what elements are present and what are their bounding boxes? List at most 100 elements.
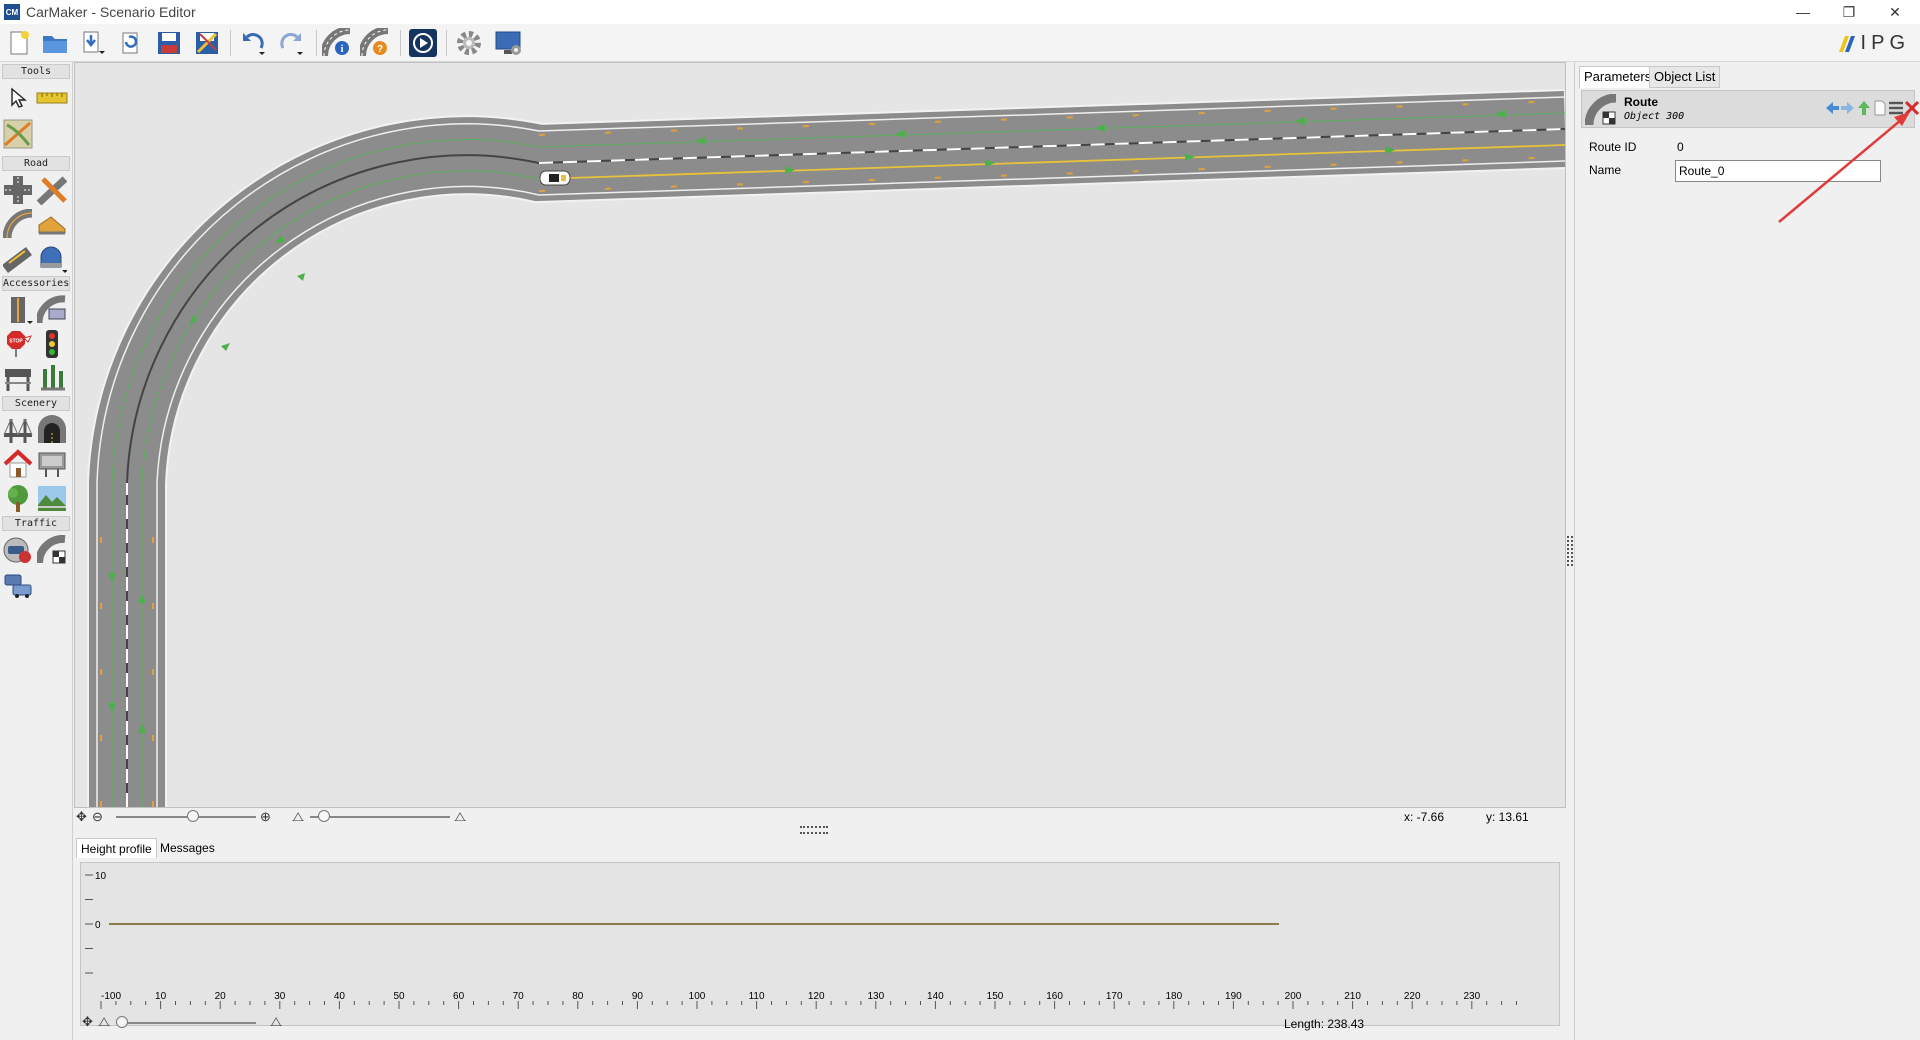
vertical-splitter-handle[interactable] [1567,536,1573,566]
x-tick-label: 200 [1285,991,1302,1002]
zoom-slider[interactable] [116,816,256,818]
minimize-button[interactable]: — [1780,0,1826,24]
road-bridge-vehicle-icon[interactable] [36,294,68,326]
palette-section-scenery: Scenery [2,396,70,411]
x-tick-label: -100 [101,991,121,1002]
zoom-slider-handle[interactable] [187,810,199,822]
road-marking-icon[interactable] [2,242,34,274]
ipg-logo-text: IPG [1860,32,1910,54]
ipg-logo: IPG [1835,32,1910,55]
save-icon[interactable] [154,28,184,58]
profile-scale-high-icon[interactable]: ⧍ [270,1014,282,1030]
y-tick-label: 10 [95,871,107,882]
ipg-logo-mark-icon [1838,35,1855,52]
reload-icon[interactable] [116,28,146,58]
svg-text:i: i [341,44,344,55]
height-scale-slider[interactable] [310,816,450,818]
profile-pan-icon[interactable]: ✥ [82,1014,93,1030]
road-segment[interactable] [89,91,1567,807]
traffic-route-icon[interactable] [36,534,68,566]
x-tick-label: 180 [1165,991,1182,1002]
road-link-icon[interactable] [36,174,68,206]
bridge-icon[interactable] [2,414,34,446]
height-scale-slider-handle[interactable] [318,810,330,822]
select-arrow-icon[interactable] [2,82,34,114]
x-tick-label: 210 [1344,991,1361,1002]
billboard-icon[interactable] [36,448,68,480]
vehicle-group-icon[interactable] [2,568,34,600]
x-tick-label: 160 [1046,991,1063,1002]
restore-button[interactable]: ❐ [1826,0,1872,24]
height-scale-low-icon[interactable]: ⧍ [292,809,304,825]
scenario-canvas[interactable] [74,62,1567,808]
annotation-arrow [1778,112,1910,223]
zoom-out-icon[interactable]: ⊖ [92,809,103,825]
zoom-in-icon[interactable]: ⊕ [260,809,271,825]
x-tick-label: 30 [274,991,286,1002]
traffic-light-icon[interactable] [36,328,68,360]
pan-move-icon[interactable]: ✥ [76,809,87,825]
measure-ruler-icon[interactable] [36,82,68,114]
svg-text:?: ? [377,44,383,55]
road-junction-icon[interactable] [2,174,34,206]
landscape-icon[interactable] [36,482,68,514]
ego-vehicle[interactable] [539,170,571,186]
window-title: CarMaker - Scenario Editor [26,4,196,20]
road-tunnel-icon[interactable] [36,242,68,274]
x-tick-label: 230 [1463,991,1480,1002]
close-window-button[interactable]: ✕ [1872,0,1918,24]
road-curve-icon[interactable] [2,208,34,240]
bottom-panel: Height profile Messages 10 0 -100 10 20 30 40… [74,834,1566,1040]
route-length: Length: 238.43 [1284,1017,1365,1031]
new-file-icon[interactable] [4,28,34,58]
height-scale-high-icon[interactable]: ⧍ [454,809,466,825]
x-tick-label: 70 [513,991,525,1002]
traffic-object-icon[interactable] [2,534,34,566]
gantry-sign-icon[interactable] [2,362,34,394]
stop-sign-icon[interactable]: STOP [2,328,34,360]
carmaker-app-icon: CM [4,4,20,20]
redo-icon[interactable] [276,28,306,58]
tunnel-icon[interactable] [36,414,68,446]
palette-section-tools: Tools [2,64,70,79]
cursor-x-coordinate: x: -7.66 [1404,810,1445,824]
import-icon[interactable] [78,28,108,58]
x-tick-label: 40 [334,991,346,1002]
profile-scale-slider[interactable] [116,1022,256,1024]
x-tick-label: 190 [1225,991,1242,1002]
profile-scale-low-icon[interactable]: ⧍ [98,1014,110,1030]
map-tool-icon[interactable] [2,118,34,150]
horizontal-splitter-handle[interactable] [800,826,828,834]
main-toolbar: i ? IPG [0,24,1920,62]
tab-height-profile[interactable]: Height profile [76,838,157,858]
house-icon[interactable] [2,448,34,480]
x-tick-label: 10 [155,991,167,1002]
height-profile-chart: 10 0 -100 10 20 30 40 50 60 70 80 90 100 110 120 130 14… [80,862,1560,1026]
palette-section-accessories: Accessories [2,276,70,291]
settings-gear-icon[interactable] [454,28,484,58]
x-tick-label: 120 [808,991,825,1002]
object-palette: Tools Road Accessories STOP Scenery Traf… [0,62,73,1040]
road-network-view[interactable] [75,63,1567,807]
profile-scale-slider-handle[interactable] [116,1016,128,1028]
x-tick-label: 90 [632,991,644,1002]
palette-section-road: Road [2,156,70,171]
roadside-posts-icon[interactable] [36,362,68,394]
x-tick-label: 50 [393,991,405,1002]
title-bar: CM CarMaker - Scenario Editor — ❐ ✕ [0,0,1920,24]
tree-icon[interactable] [2,482,34,514]
road-help-icon[interactable]: ? [360,28,390,58]
road-ramp-icon[interactable] [36,208,68,240]
open-folder-icon[interactable] [40,28,70,58]
play-icon[interactable] [408,28,438,58]
x-tick-label: 140 [927,991,944,1002]
x-tick-label: 20 [215,991,227,1002]
monitor-settings-icon[interactable] [494,28,524,58]
undo-icon[interactable] [238,28,268,58]
lane-marker-icon[interactable] [2,294,34,326]
road-info-icon[interactable]: i [322,28,352,58]
scenario-editor-window: CM CarMaker - Scenario Editor — ❐ ✕ i ? … [0,0,1920,1040]
x-tick-label: 170 [1106,991,1123,1002]
tab-messages[interactable]: Messages [156,838,219,858]
save-as-icon[interactable] [192,28,222,58]
